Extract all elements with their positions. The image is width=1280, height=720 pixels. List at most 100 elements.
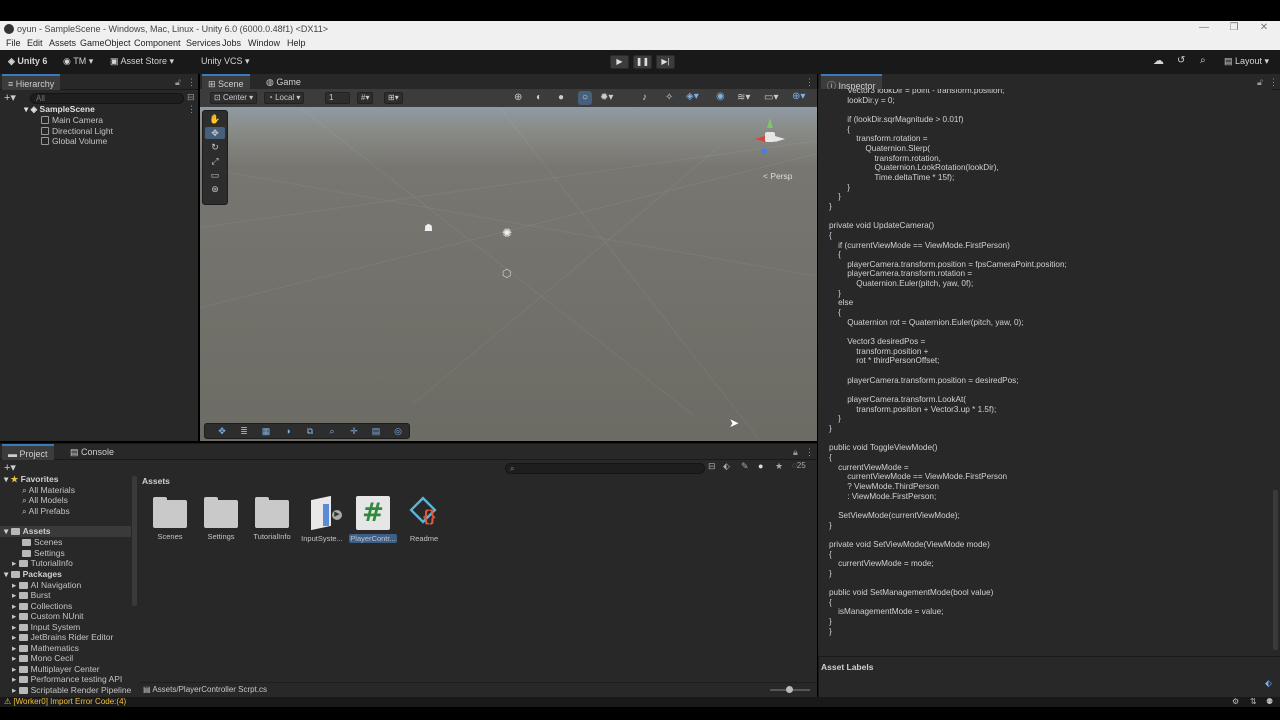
- info-toggle-icon[interactable]: ●: [758, 461, 763, 471]
- favorites-section[interactable]: ▾ ★ Favorites: [4, 474, 58, 485]
- shaded-sphere-icon[interactable]: ●: [558, 92, 564, 103]
- tab-scene[interactable]: ⊞ Scene: [202, 74, 250, 90]
- space-local-dropdown[interactable]: ◔ Local ▾: [264, 92, 305, 104]
- cloud-icon[interactable]: ☁: [1153, 54, 1164, 67]
- volume-gizmo-icon[interactable]: ⬡: [502, 267, 512, 280]
- scene-panel-menu-icon[interactable]: ⋮: [805, 77, 814, 88]
- tab-hierarchy[interactable]: ≡ Hierarchy: [2, 74, 61, 90]
- project-breadcrumb[interactable]: Assets: [142, 476, 170, 486]
- step-button[interactable]: ▶|: [656, 55, 675, 69]
- cache-server-icon[interactable]: ⇅: [1250, 697, 1257, 706]
- favorites-item[interactable]: ⌕ All Materials: [22, 485, 75, 496]
- asset-item[interactable]: TutorialInfo: [248, 496, 296, 541]
- scene-viewport[interactable]: ☗ ✺ ⬡ < Persp ➤: [200, 107, 817, 441]
- status-message[interactable]: ⚠ [Worker0] Import Error Code:(4): [4, 697, 126, 706]
- perspective-toggle[interactable]: < Persp: [763, 171, 793, 181]
- project-menu-icon[interactable]: ⋮: [805, 447, 814, 458]
- package-item[interactable]: ▸ Multiplayer Center: [12, 664, 100, 675]
- transform-tool-icon[interactable]: ⊛: [205, 183, 225, 195]
- directional-light-gizmo-icon[interactable]: ✺: [502, 226, 512, 240]
- project-lock-icon[interactable]: 🔒︎: [793, 447, 798, 458]
- package-item[interactable]: ▸ Burst: [12, 590, 50, 601]
- filter-icon[interactable]: ✎: [741, 461, 749, 472]
- scale-tool-icon[interactable]: ⤢: [205, 155, 225, 167]
- minimize-icon[interactable]: —: [1190, 22, 1218, 36]
- packages-section[interactable]: ▾ Packages: [4, 569, 62, 580]
- overlay-pan-icon[interactable]: ✛: [345, 426, 363, 437]
- move-tool-icon[interactable]: ✥: [205, 127, 225, 139]
- grid-snap-field[interactable]: 1: [325, 92, 350, 104]
- asset-store-button[interactable]: ▣ Asset Store ▾: [110, 56, 174, 67]
- lighting-toggle-icon[interactable]: ✹▾: [600, 92, 613, 103]
- tab-game[interactable]: ◍ Game: [260, 74, 307, 90]
- hand-tool-icon[interactable]: ✋: [205, 113, 225, 125]
- tab-project[interactable]: ▬ Project: [2, 444, 54, 460]
- asset-item[interactable]: Settings: [197, 496, 245, 541]
- menu-file[interactable]: File: [6, 38, 21, 48]
- package-item[interactable]: ▸ Collections: [12, 601, 72, 612]
- panel-menu-icon[interactable]: ⋮: [187, 77, 196, 88]
- pivot-center-dropdown[interactable]: ⊡ Center ▾: [210, 92, 258, 104]
- scene-visibility-icon[interactable]: ◈▾: [686, 91, 699, 102]
- hierarchy-scene-row[interactable]: ▾ ◈ SampleScene: [24, 104, 95, 115]
- wireframe-toggle-icon[interactable]: ○: [578, 91, 592, 105]
- icon-size-slider-thumb[interactable]: [786, 686, 793, 693]
- menu-services[interactable]: Services: [186, 38, 221, 48]
- hierarchy-item-directional-light[interactable]: Directional Light: [41, 126, 113, 137]
- effects-toggle-icon[interactable]: ✧: [665, 92, 673, 103]
- maximize-icon[interactable]: ❐: [1220, 22, 1248, 36]
- package-item[interactable]: ▸ Mono Cecil: [12, 653, 73, 664]
- rotate-tool-icon[interactable]: ↻: [205, 141, 225, 153]
- package-item[interactable]: ▸ Input System: [12, 622, 80, 633]
- camera-gizmo-icon[interactable]: ☗: [424, 223, 433, 234]
- menu-help[interactable]: Help: [287, 38, 306, 48]
- inspector-lock-icon[interactable]: 🔓︎: [1257, 77, 1263, 88]
- project-search-input[interactable]: ⌕: [505, 463, 705, 474]
- inspector-scrollbar[interactable]: [1273, 490, 1278, 650]
- tab-console[interactable]: ▤ Console: [64, 444, 120, 460]
- package-item[interactable]: ▸ Scriptable Render Pipeline: [12, 685, 131, 696]
- close-icon[interactable]: ✕: [1250, 22, 1278, 36]
- debug-mode-icon[interactable]: ⚉: [1266, 697, 1273, 706]
- asset-item[interactable]: Scenes: [146, 496, 194, 541]
- favorite-star-icon[interactable]: ★: [775, 461, 783, 472]
- inspector-menu-icon[interactable]: ⋮: [1269, 77, 1278, 88]
- account-dropdown[interactable]: ◉ TM ▾: [63, 56, 93, 67]
- pause-button[interactable]: ❚❚: [633, 55, 652, 69]
- search-by-type-icon[interactable]: ⊟: [708, 461, 716, 472]
- overlay-zoom-icon[interactable]: ⌕: [323, 426, 341, 437]
- search-icon[interactable]: ⌕: [1200, 55, 1206, 66]
- draw-mode-icon[interactable]: ⊕: [514, 92, 522, 103]
- package-item[interactable]: ▸ Mathematics: [12, 643, 79, 654]
- package-item[interactable]: ▸ Performance testing API: [12, 674, 122, 685]
- overlay-rotate-icon[interactable]: ◑: [279, 426, 297, 437]
- tab-inspector[interactable]: ⓘ Inspector: [821, 74, 882, 91]
- history-icon[interactable]: ↺: [1177, 55, 1185, 66]
- scene-menu-icon[interactable]: ⋮: [187, 104, 196, 115]
- favorites-item[interactable]: ⌕ All Models: [22, 495, 68, 506]
- layout-dropdown[interactable]: ▤ Layout ▾: [1224, 56, 1269, 67]
- favorites-item[interactable]: ⌕ All Prefabs: [22, 506, 70, 517]
- menu-component[interactable]: Component: [134, 38, 181, 48]
- assets-folder-item[interactable]: Settings: [22, 548, 65, 559]
- hidden-packages-count[interactable]: ◌25: [792, 461, 806, 470]
- hierarchy-item-main-camera[interactable]: Main Camera: [41, 115, 103, 126]
- folder-tree-scrollbar[interactable]: [132, 476, 137, 606]
- hidden-objects-icon[interactable]: ◉: [716, 91, 725, 102]
- menu-edit[interactable]: Edit: [27, 38, 43, 48]
- menu-gameobject[interactable]: GameObject: [80, 38, 131, 48]
- camera-settings-icon[interactable]: ▭▾: [764, 92, 778, 103]
- lock-icon[interactable]: 🔓︎: [175, 77, 181, 88]
- assets-folder-item[interactable]: ▸ TutorialInfo: [12, 558, 73, 569]
- overlay-move-icon[interactable]: ✥: [213, 426, 231, 437]
- package-item[interactable]: ▸ Custom NUnit: [12, 611, 84, 622]
- package-item[interactable]: ▸ AI Navigation: [12, 580, 81, 591]
- hierarchy-search-input[interactable]: All: [30, 93, 184, 104]
- shading-mode-icon[interactable]: ◐: [536, 92, 542, 103]
- rect-tool-icon[interactable]: ▭: [205, 169, 225, 181]
- background-tasks-icon[interactable]: ⚙: [1232, 697, 1239, 706]
- menu-jobs[interactable]: Jobs: [222, 38, 241, 48]
- menu-assets[interactable]: Assets: [49, 38, 76, 48]
- label-tag-icon[interactable]: ⬖: [1265, 678, 1272, 689]
- unity-vcs-button[interactable]: Unity VCS ▾: [201, 56, 250, 67]
